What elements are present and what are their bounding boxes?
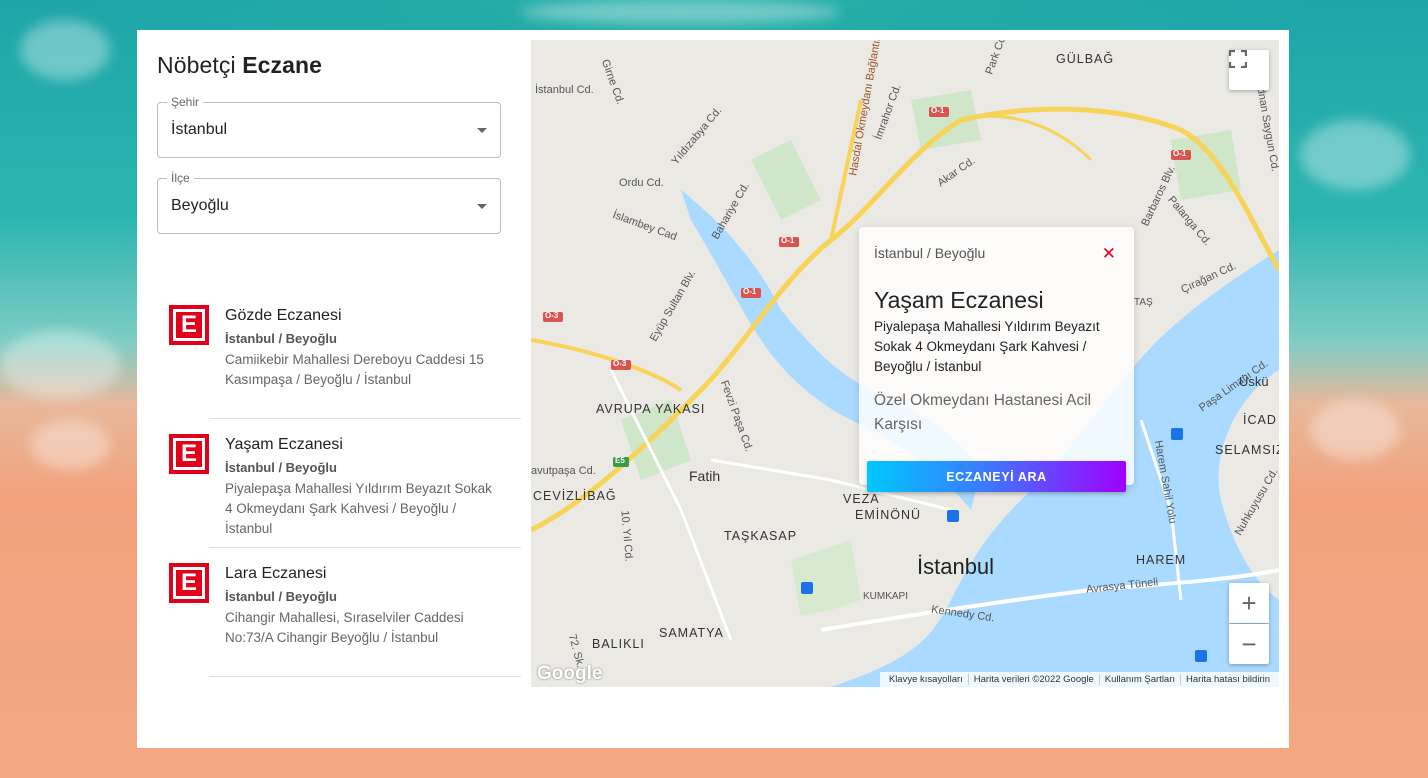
map-label-istanbul-cd: İstanbul Cd. [535,84,594,96]
pharmacy-item-yasam[interactable]: E Yaşam Eczanesi İstanbul / Beyoğlu Piya… [137,419,531,548]
popup-location: İstanbul / Beyoğlu [874,245,986,261]
pharmacy-logo-icon: E [169,305,209,345]
map-attribution: Klavye kısayolları Harita verileri ©2022… [879,672,1279,687]
map-label-avrupa-yakasi: AVRUPA YAKASI [596,402,706,416]
zoom-out-button[interactable]: − [1229,624,1269,664]
map-label-balikli: BALIKLI [592,637,645,651]
pharmacy-name: Lara Eczanesi [225,565,327,582]
pharmacy-item-gozde[interactable]: E Gözde Eczanesi İstanbul / Beyoğlu Cami… [137,290,531,419]
sidebar: Nöbetçi Eczane Şehir İstanbul İlçe Beyoğ… [137,30,531,748]
pharmacy-address: Camiikebir Mahallesi Dereboyu Caddesi 15… [225,352,484,387]
city-select[interactable]: Şehir İstanbul [157,95,501,158]
road-shield: O-3 [613,359,627,368]
map-label-topkapi: avutpaşa Cd. [531,465,596,477]
pharmacy-name: Gözde Eczanesi [225,307,342,324]
terms-link[interactable]: Kullanım Şartları [1098,674,1180,685]
map-label-cevizlibag: CEVİZLİBAĞ [533,489,617,503]
map-label-icad: İCAD [1243,413,1277,427]
map-label-taskasap: TAŞKASAP [724,529,798,543]
pharmacy-location: İstanbul / Beyoğlu [225,331,337,346]
pharmacy-name: Yaşam Eczanesi [225,436,343,453]
pharmacy-address: Piyalepaşa Mahallesi Yıldırım Beyazıt So… [225,481,492,536]
map-label-selamsiz: SELAMSIZ [1215,443,1279,457]
fullscreen-icon [1229,50,1247,68]
map-label-eminonu: EMİNÖNÜ [855,508,922,522]
popup-address: Piyalepaşa Mahallesi Yıldırım Beyazıt So… [874,319,1100,374]
app-card: Nöbetçi Eczane Şehir İstanbul İlçe Beyoğ… [137,30,1289,748]
google-logo: Google [537,663,603,684]
app-title: Nöbetçi Eczane [157,52,323,78]
divider [209,676,521,677]
road-shield: O-3 [545,311,559,320]
fullscreen-button[interactable] [1229,50,1269,90]
map-label-veza: VEZA [843,492,880,506]
map-label-harem: HAREM [1136,553,1187,567]
district-select[interactable]: İlçe Beyoğlu [157,171,501,234]
pharmacy-list: E Gözde Eczanesi İstanbul / Beyoğlu Cami… [137,290,531,677]
district-select-value: Beyoğlu [171,197,229,214]
pharmacy-info-popup: İstanbul / Beyoğlu ✕ Yaşam Eczanesi Piya… [859,227,1134,492]
call-pharmacy-button[interactable]: ECZANEYİ ARA [867,461,1126,492]
map-label-tas: TAŞ [1134,297,1153,308]
report-error-link[interactable]: Harita hatası bildirin [1180,674,1275,685]
pharmacy-location: İstanbul / Beyoğlu [225,589,337,604]
city-select-label: Şehir [167,95,204,109]
map-label-fatih: Fatih [689,468,721,484]
popup-directions: Özel Okmeydanı Hastanesi Acil Karşısı [874,392,1092,433]
city-select-value: İstanbul [171,121,228,138]
map-data-text: Harita verileri ©2022 Google [967,674,1099,685]
pharmacy-address: Cihangir Mahallesi, Sıraselviler Caddesi… [225,610,464,645]
chevron-down-icon [477,204,487,209]
map-view[interactable]: GÜLBAĞ AVRUPA YAKASI Fatih CEVİZLİBAĞ TA… [531,40,1279,687]
map-label-gulbag: GÜLBAĞ [1056,52,1115,66]
pharmacy-logo-icon: E [169,563,209,603]
pharmacy-logo-icon: E [169,434,209,474]
map-label-kumkapi: KUMKAPI [863,591,909,602]
pharmacy-location: İstanbul / Beyoğlu [225,460,337,475]
map-label-samatya: SAMATYA [659,626,724,640]
popup-pharmacy-name: Yaşam Eczanesi [874,287,1044,313]
keyboard-shortcuts-link[interactable]: Klavye kısayolları [884,674,968,685]
district-select-label: İlçe [167,171,194,185]
road-shield: O-1 [931,106,945,115]
road-shield: O-1 [1173,149,1187,158]
road-shield: O-1 [781,236,795,245]
close-icon[interactable]: ✕ [1102,244,1116,264]
road-shield: O-1 [743,287,757,296]
road-shield: E5 [615,456,625,465]
map-label-istanbul: İstanbul [917,554,995,579]
map-label-ordu: Ordu Cd. [619,177,664,189]
zoom-in-button[interactable]: + [1229,583,1269,623]
pharmacy-item-lara[interactable]: E Lara Eczanesi İstanbul / Beyoğlu Cihan… [137,548,531,677]
chevron-down-icon [477,128,487,133]
